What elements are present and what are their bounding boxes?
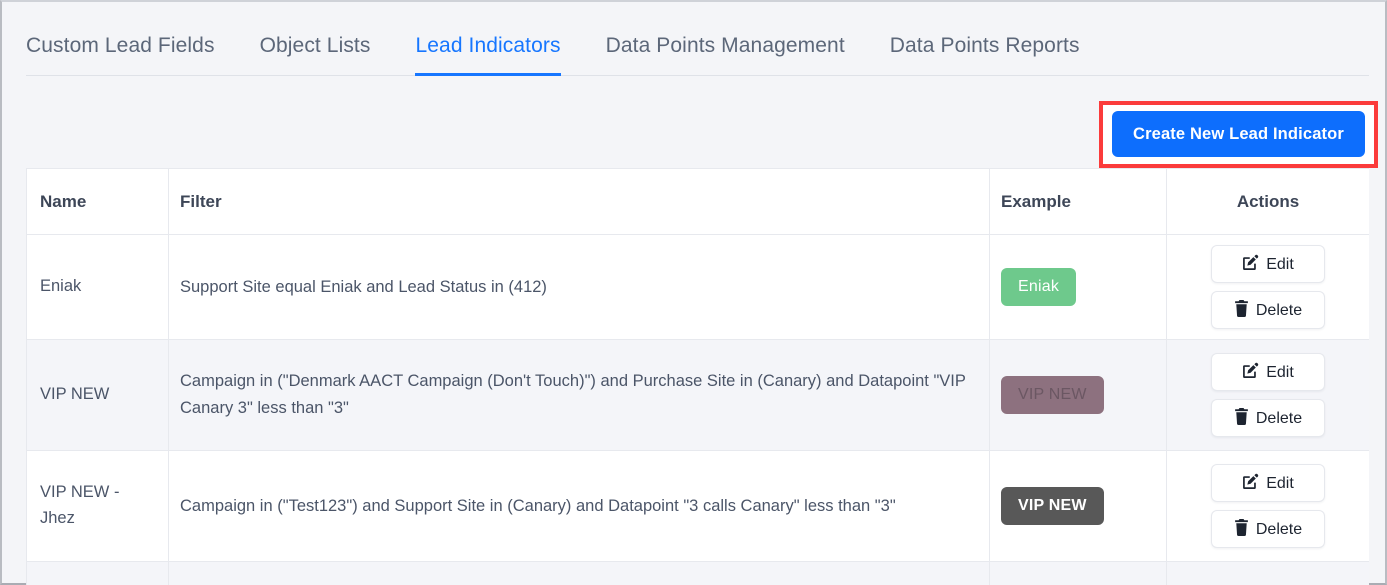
cell-actions: Edit Delete <box>1166 450 1369 562</box>
edit-button-label: Edit <box>1266 256 1294 273</box>
table-header-row: Name Filter Example Actions <box>26 168 1369 235</box>
tab-data-points-reports[interactable]: Data Points Reports <box>890 24 1080 75</box>
tab-lead-indicators[interactable]: Lead Indicators <box>415 24 561 76</box>
status-badge: VIP NEW <box>1001 376 1104 414</box>
table-row: VIP NEW - Jhez Campaign in ("Test123") a… <box>26 450 1369 562</box>
lead-indicators-page: Custom Lead Fields Object Lists Lead Indic… <box>0 0 1387 585</box>
table-row: Eniak Support Site equal Eniak and Lead … <box>26 234 1369 340</box>
table-row <box>26 561 1369 585</box>
delete-button[interactable]: Delete <box>1211 399 1325 437</box>
pen-to-square-icon <box>1242 254 1259 271</box>
trash-icon <box>1234 300 1249 317</box>
edit-button-label: Edit <box>1266 475 1294 492</box>
column-header-filter: Filter <box>168 168 990 235</box>
cell-name: VIP NEW - Jhez <box>26 450 169 562</box>
trash-icon <box>1234 408 1249 425</box>
status-badge: VIP NEW <box>1001 487 1104 525</box>
cell-filter: Campaign in ("Test123") and Support Site… <box>168 450 990 562</box>
cell-example: VIP NEW <box>989 339 1167 451</box>
column-header-actions: Actions <box>1166 168 1369 235</box>
column-header-name: Name <box>26 168 169 235</box>
tab-custom-lead-fields[interactable]: Custom Lead Fields <box>26 24 215 75</box>
cell-filter: Support Site equal Eniak and Lead Status… <box>168 234 990 340</box>
cell-filter: Campaign in ("Denmark AACT Campaign (Don… <box>168 339 990 451</box>
table-row: VIP NEW Campaign in ("Denmark AACT Campa… <box>26 339 1369 451</box>
cell-example: VIP NEW <box>989 450 1167 562</box>
column-header-example: Example <box>989 168 1167 235</box>
settings-tab-bar: Custom Lead Fields Object Lists Lead Indic… <box>26 24 1369 76</box>
delete-button-label: Delete <box>1255 521 1303 538</box>
edit-button[interactable]: Edit <box>1211 353 1325 391</box>
edit-button-label: Edit <box>1266 364 1294 381</box>
delete-button[interactable]: Delete <box>1211 510 1325 548</box>
delete-button-label: Delete <box>1255 410 1303 427</box>
edit-button[interactable]: Edit <box>1211 245 1325 283</box>
pen-to-square-icon <box>1242 362 1259 379</box>
lead-indicators-table-container: Name Filter Example Actions Eniak Suppor… <box>26 168 1369 585</box>
delete-button[interactable]: Delete <box>1211 291 1325 329</box>
cell-example <box>989 561 1167 585</box>
tab-object-lists[interactable]: Object Lists <box>260 24 371 75</box>
lead-indicators-table: Name Filter Example Actions Eniak Suppor… <box>26 168 1369 585</box>
cell-actions: Edit Delete <box>1166 339 1369 451</box>
cell-filter <box>168 561 990 585</box>
pen-to-square-icon <box>1242 473 1259 490</box>
cell-name: Eniak <box>26 234 169 340</box>
trash-icon <box>1234 519 1249 536</box>
create-new-lead-indicator-button[interactable]: Create New Lead Indicator <box>1112 111 1365 157</box>
status-badge: Eniak <box>1001 268 1077 306</box>
cell-example: Eniak <box>989 234 1167 340</box>
cell-name: VIP NEW <box>26 339 169 451</box>
delete-button-label: Delete <box>1255 302 1303 319</box>
cell-actions <box>1166 561 1369 585</box>
cell-actions: Edit Delete <box>1166 234 1369 340</box>
cell-name <box>26 561 169 585</box>
tab-data-points-management[interactable]: Data Points Management <box>606 24 845 75</box>
edit-button[interactable]: Edit <box>1211 464 1325 502</box>
